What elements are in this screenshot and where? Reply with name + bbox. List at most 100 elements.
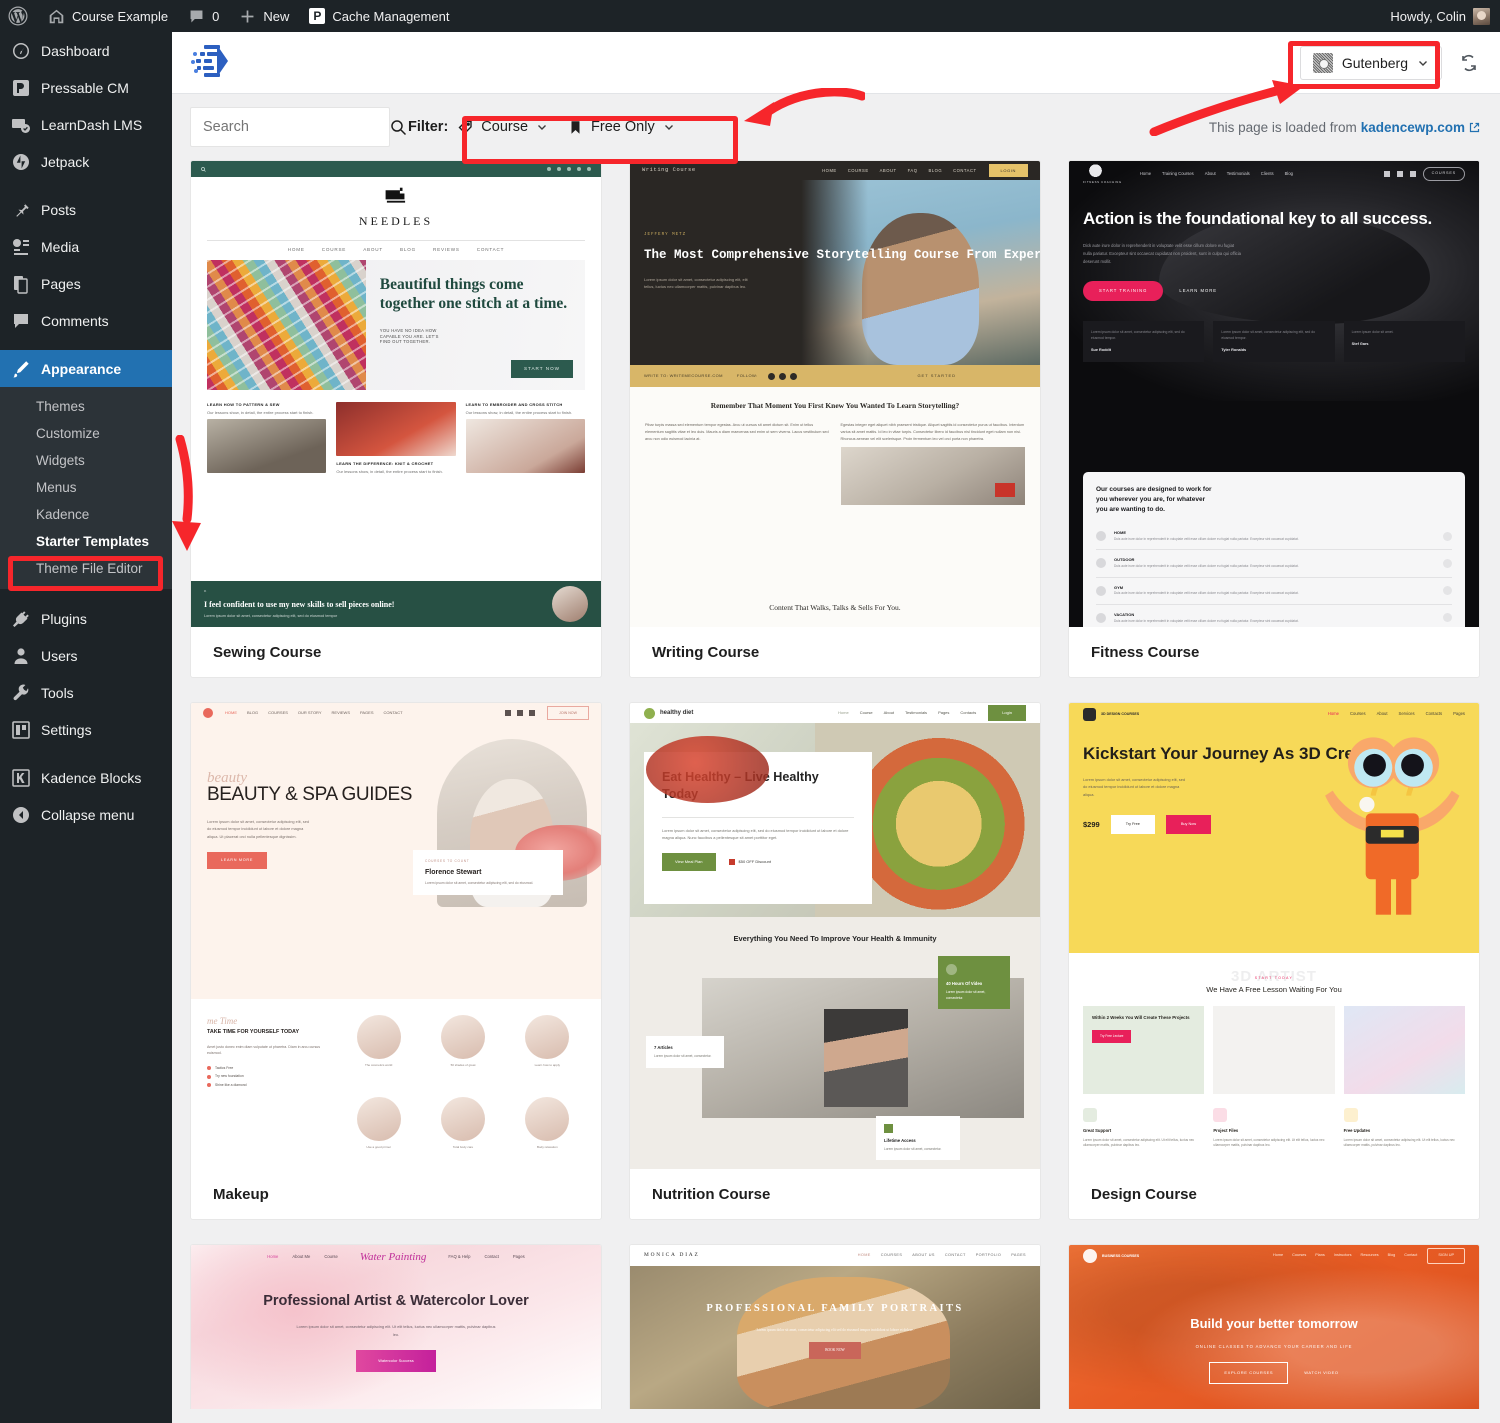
nav-link: CONTACT (953, 167, 977, 173)
search-input[interactable] (203, 119, 390, 135)
design-cards: Within 2 Weeks You Will Create These Pro… (1083, 1006, 1465, 1095)
submenu-item-widgets[interactable]: Widgets (0, 447, 172, 474)
design-lorem: Lorem ipsum dolor sit amet, consectetur … (1083, 776, 1186, 797)
sidebar-item-learndash-lms[interactable]: LearnDash LMS (0, 106, 172, 143)
makeup-join-button: JOIN NOW (547, 705, 589, 721)
nav-link: Home (1139, 171, 1152, 177)
tile: Learn how to apply (510, 1015, 585, 1087)
template-thumbnail: HOME BLOG COURSES OUR STORY REVIEWS PAGE… (191, 703, 601, 1169)
comment-icon (14, 313, 28, 328)
search-icon[interactable] (390, 119, 407, 136)
sidebar-label: Settings (41, 721, 92, 738)
filter-free-only-label: Free Only (591, 119, 655, 135)
nav-link: Home (838, 710, 849, 716)
new-content-menu[interactable]: New (229, 0, 299, 32)
sewing-brand-name: NEEDLES (358, 213, 434, 228)
template-card[interactable]: Home About Me Course Water Painting FAQ … (190, 1244, 602, 1409)
sidebar-item-plugins[interactable]: Plugins (0, 600, 172, 637)
nav-link: CONTACT (383, 710, 403, 716)
submenu-item-themes[interactable]: Themes (0, 393, 172, 420)
nav-link: CONTACT (476, 246, 505, 252)
nav-link: CONTACT (944, 1252, 966, 1257)
sidebar-item-pages[interactable]: Pages (0, 265, 172, 302)
search-box[interactable] (190, 107, 407, 147)
writing-kicker: JEFFERY METZ (644, 233, 687, 237)
fitness-courses-button: COURSES (1422, 167, 1465, 181)
social-icon (1409, 171, 1416, 177)
business-headline: Build your better tomorrow (1190, 1316, 1358, 1331)
sidebar-item-posts[interactable]: Posts (0, 191, 172, 228)
sidebar-item-pressable-cm[interactable]: Pressable CM (0, 69, 172, 106)
play-icon (946, 964, 957, 976)
pages-icon (14, 275, 28, 294)
feature-title: Great Support (1083, 1128, 1112, 1134)
template-card[interactable]: BUSINESS COURSES Home Courses Plans Inst… (1068, 1244, 1480, 1409)
sidebar-item-jetpack[interactable]: Jetpack (0, 143, 172, 180)
badge-title: 40 Hours Of Video (946, 981, 983, 987)
feature-title: Free Updates (1343, 1128, 1371, 1134)
submenu-item-starter-templates[interactable]: Starter Templates (0, 528, 172, 555)
design-price: $299 (1083, 819, 1100, 829)
sidebar-item-comments[interactable]: Comments (0, 302, 172, 339)
template-card[interactable]: FITNESS COACHING Home Training Courses A… (1068, 160, 1480, 678)
nav-link: BLOG (928, 167, 943, 173)
sidebar-item-collapse-menu[interactable]: Collapse menu (0, 796, 172, 833)
articles-chip: 7 Articles Lorem ipsum dolor sit amet, c… (646, 1036, 724, 1068)
card-name: Florence Stewart (425, 868, 482, 876)
sidebar-item-media[interactable]: Media (0, 228, 172, 265)
business-subhead: ONLINE CLASSES TO ADVANCE YOUR CAREER AN… (1195, 1343, 1353, 1349)
template-card[interactable]: Writing Course HOME COURSE ABOUT FAQ BLO… (629, 160, 1041, 678)
refresh-icon[interactable] (1458, 52, 1480, 74)
template-card[interactable]: MONICA DIAZ HOME COURSES ABOUT US CONTAC… (629, 1244, 1041, 1409)
sidebar-item-tools[interactable]: Tools (0, 674, 172, 711)
nav-link: Services (1398, 711, 1415, 717)
social-icons (767, 372, 797, 380)
portrait-brand: MONICA DIAZ (644, 1251, 700, 1258)
nav-link: Resources (1360, 1253, 1379, 1258)
write-to: WRITE TO: WRITEMECOURSE.COM (644, 373, 723, 379)
submenu-item-customize[interactable]: Customize (0, 420, 172, 447)
loaded-from-link[interactable]: kadencewp.com (1361, 120, 1465, 135)
my-account-menu[interactable]: Howdy, Colin (1380, 0, 1500, 32)
design-nav-links: Home Courses About Services Contacts Pag… (1328, 711, 1465, 717)
lifetime-chip: Lifetime Access Lorem ipsum dolor sit am… (876, 1115, 960, 1161)
comments-menu[interactable]: 0 (178, 0, 229, 32)
filter-free-only-dropdown[interactable]: Free Only (558, 108, 685, 146)
cache-management-menu[interactable]: P Cache Management (299, 0, 459, 32)
makeup-lorem: Lorem ipsum dolor sit amet, consectetur … (207, 819, 310, 839)
fitness-logo-icon (1083, 163, 1108, 181)
nav-link: COURSE (847, 167, 869, 173)
sidebar-item-appearance[interactable]: Appearance (0, 350, 172, 387)
updates-icon (1343, 1108, 1358, 1123)
submenu-item-menus[interactable]: Menus (0, 474, 172, 501)
template-card[interactable]: HOME BLOG COURSES OUR STORY REVIEWS PAGE… (190, 702, 602, 1220)
feature-text: Our lessons show, in detail, the entire … (207, 409, 314, 415)
nav-link: ABOUT US (912, 1252, 935, 1257)
template-title: Fitness Course (1091, 643, 1200, 661)
template-thumbnail: MONICA DIAZ HOME COURSES ABOUT US CONTAC… (630, 1245, 1040, 1409)
nav-link: REVIEWS (331, 710, 350, 716)
business-secondary-cta: WATCH VIDEO (1304, 1370, 1339, 1376)
style-selector-button[interactable]: Gutenberg (1299, 45, 1442, 80)
dashboard-icon (13, 42, 29, 59)
design-features: Great Support Lorem ipsum dolor sit amet… (1083, 1108, 1465, 1149)
nutrition-brand: healthy diet (660, 709, 694, 716)
fitness-logo: FITNESS COACHING (1083, 163, 1122, 185)
nav-link: Blog (1284, 171, 1293, 177)
template-card[interactable]: 3D DESIGN COURSES Home Courses About Ser… (1068, 702, 1480, 1220)
fitness-nav-right: COURSES (1383, 167, 1465, 181)
tile: Use a good primer (341, 1097, 416, 1169)
chevron-icon (1443, 531, 1452, 541)
sidebar-item-kadence-blocks[interactable]: Kadence Blocks (0, 759, 172, 796)
sidebar-item-settings[interactable]: Settings (0, 711, 172, 748)
site-name-menu[interactable]: Course Example (38, 0, 178, 32)
sidebar-item-dashboard[interactable]: Dashboard (0, 32, 172, 69)
wp-logo-menu[interactable] (0, 0, 38, 32)
sidebar-item-users[interactable]: Users (0, 637, 172, 674)
submenu-item-theme-file-editor[interactable]: Theme File Editor (0, 555, 172, 582)
template-card[interactable]: NEEDLES HOME COURSE ABOUT BLOG REVIEWS C… (190, 160, 602, 678)
design-bottom-section: 3D ARTIST START TODAY We Have A Free Les… (1069, 953, 1479, 1169)
filter-course-dropdown[interactable]: Course (448, 108, 558, 146)
template-card[interactable]: healthy diet Home Course About Testimoni… (629, 702, 1041, 1220)
submenu-item-kadence[interactable]: Kadence (0, 501, 172, 528)
